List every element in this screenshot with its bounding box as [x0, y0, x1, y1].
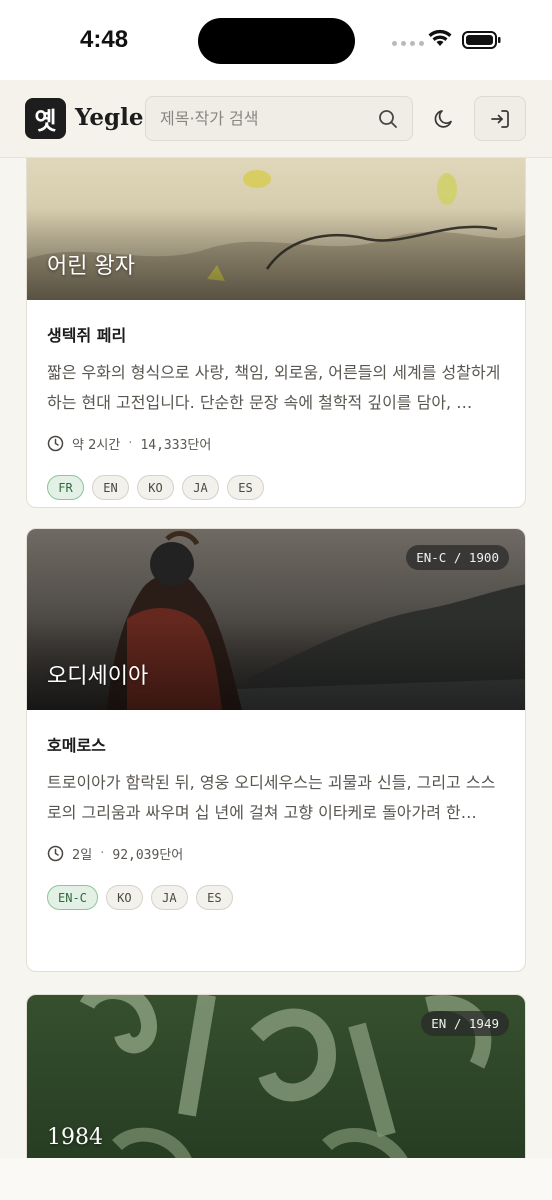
book-list: 어린 왕자 생텍쥐 페리 짧은 우화의 형식으로 사랑, 책임, 외로움, 어른…	[0, 158, 552, 1158]
book-meta: 2일 · 92,039단어	[47, 844, 505, 863]
book-description: 짧은 우화의 형식으로 사랑, 책임, 외로움, 어른들의 세계를 성찰하게 하…	[47, 363, 501, 412]
language-chip-en-c[interactable]: EN-C	[47, 885, 98, 910]
book-card[interactable]: EN / 1949 1984	[26, 994, 526, 1158]
search-icon[interactable]	[378, 109, 398, 129]
reading-time: 약 2시간	[72, 438, 121, 453]
language-chip-ko[interactable]: KO	[105, 885, 143, 910]
theme-toggle-button[interactable]	[418, 96, 470, 141]
search-box[interactable]	[145, 96, 413, 141]
status-time: 4:48	[80, 26, 129, 53]
book-cover-image[interactable]: EN / 1949 1984	[27, 995, 525, 1158]
status-bar: 4:48	[0, 0, 552, 80]
brand-name[interactable]: Yegle	[75, 104, 144, 131]
login-icon	[491, 109, 509, 128]
wifi-icon	[428, 29, 452, 46]
book-cover-image[interactable]: 어린 왕자	[27, 158, 525, 300]
language-list: FR EN KO JA ES	[47, 475, 505, 500]
edition-badge: EN-C / 1900	[406, 545, 509, 570]
signal-dots-icon	[392, 41, 424, 46]
search-input[interactable]	[160, 109, 378, 128]
book-card[interactable]: 어린 왕자 생텍쥐 페리 짧은 우화의 형식으로 사랑, 책임, 외로움, 어른…	[26, 158, 526, 508]
language-list: EN-C KO JA ES	[47, 885, 505, 910]
language-chip-ko[interactable]: KO	[137, 475, 174, 500]
book-author: 호메로스	[47, 736, 106, 755]
language-chip-en[interactable]: EN	[92, 475, 129, 500]
meta-separator: ·	[128, 436, 133, 451]
language-chip-ja[interactable]: JA	[150, 885, 188, 910]
book-description: 트로이아가 함락된 뒤, 영웅 오디세우스는 괴물과 신들, 그리고 스스로의 …	[47, 773, 496, 822]
language-chip-ja[interactable]: JA	[182, 475, 219, 500]
word-count: 14,333단어	[140, 438, 212, 453]
book-card-body: 호메로스 트로이아가 함락된 뒤, 영웅 오디세우스는 괴물과 신들, 그리고 …	[27, 710, 525, 930]
book-title[interactable]: 어린 왕자	[47, 248, 135, 280]
app-logo[interactable]: 옛	[25, 98, 66, 139]
book-title[interactable]: 1984	[47, 1125, 103, 1158]
moon-icon	[434, 109, 452, 128]
book-card[interactable]: EN-C / 1900 오디세이아 호메로스 트로이아가 함락된 뒤, 영웅 오…	[26, 528, 526, 972]
book-card-body: 생텍쥐 페리 짧은 우화의 형식으로 사랑, 책임, 외로움, 어른들의 세계를…	[27, 300, 525, 507]
login-button[interactable]	[474, 96, 526, 141]
book-title[interactable]: 오디세이아	[47, 658, 148, 690]
book-meta: 약 2시간 · 14,333단어	[47, 434, 505, 453]
meta-separator: ·	[100, 846, 105, 861]
word-count: 92,039단어	[112, 848, 184, 863]
bottom-area	[0, 1158, 552, 1200]
battery-icon	[462, 31, 501, 49]
language-chip-fr[interactable]: FR	[47, 475, 84, 500]
edition-badge: EN / 1949	[421, 1011, 509, 1036]
dynamic-island	[198, 18, 355, 64]
clock-icon	[47, 845, 64, 862]
app-header: 옛 Yegle	[0, 80, 552, 158]
book-cover-image[interactable]: EN-C / 1900 오디세이아	[27, 529, 525, 710]
language-chip-es[interactable]: ES	[195, 885, 233, 910]
book-author: 생텍쥐 페리	[47, 326, 127, 345]
reading-time: 2일	[72, 848, 93, 863]
clock-icon	[47, 435, 64, 452]
language-chip-es[interactable]: ES	[227, 475, 264, 500]
